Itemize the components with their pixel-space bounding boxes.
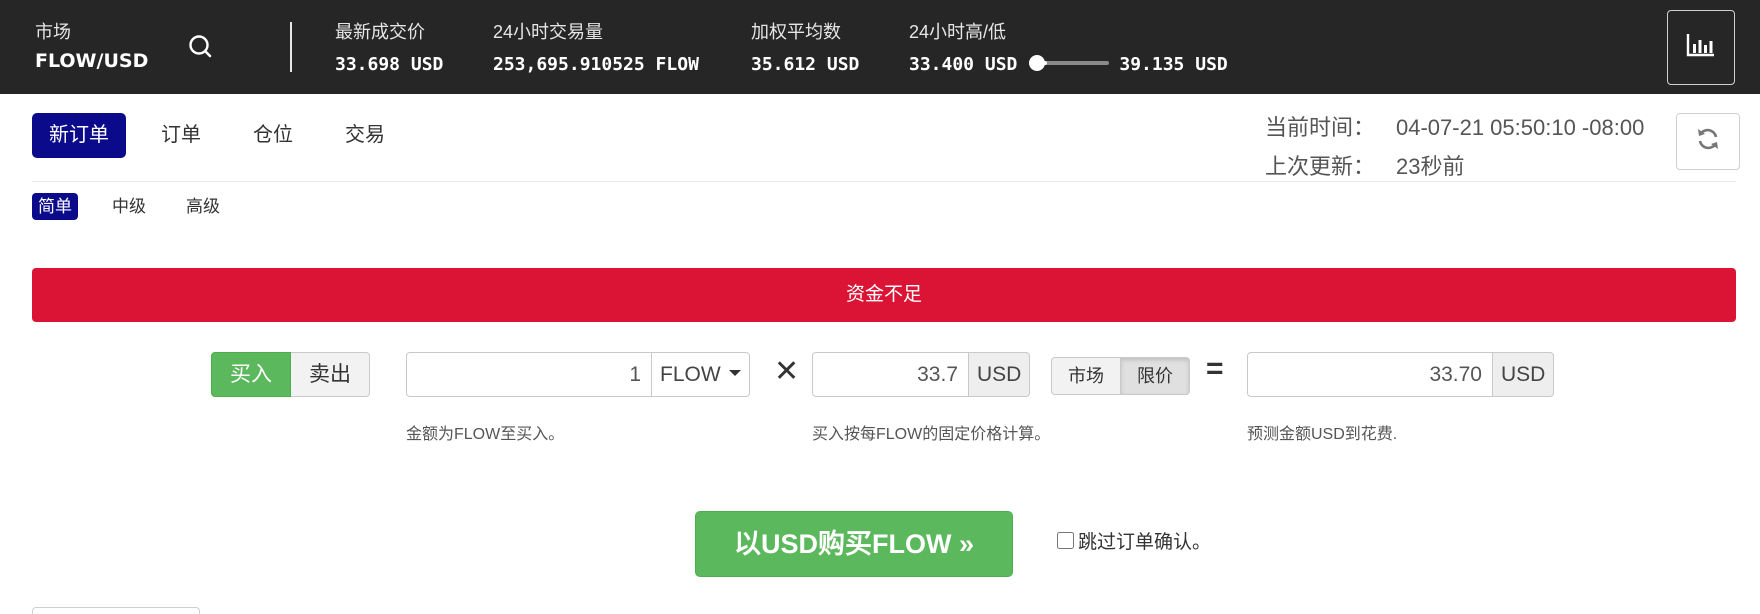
order-type-toggle: 市场 限价 [1051,357,1190,402]
last-price-label: 最新成交价 [335,22,425,42]
refresh-button[interactable] [1676,113,1740,170]
limit-type-option[interactable]: 限价 [1121,357,1190,395]
last-update-value: 23秒前 [1396,154,1465,179]
bar-chart-icon [1686,32,1716,63]
high-low-stat: 24小时高/低 33.400 USD 39.135 USD [909,18,1228,75]
skip-confirmation-checkbox[interactable] [1057,532,1074,549]
amount-help-text: 金额为FLOW至买入。 [406,426,565,443]
order-tabs: 新订单 订单 仓位 交易 [32,113,420,158]
header-divider [290,22,292,72]
amount-unit: FLOW [660,363,721,386]
tab-orders[interactable]: 订单 [144,113,218,158]
range-knob [1029,55,1046,71]
total-group: USD [1247,352,1555,397]
total-input[interactable] [1247,352,1493,397]
market-selector[interactable]: 市场 FLOW/USD [35,18,148,72]
chart-button[interactable] [1667,10,1735,85]
price-help-text: 买入按每FLOW的固定价格计算。 [812,426,1051,443]
price-unit: USD [969,352,1031,397]
last-price-value: 33.698 USD [335,54,444,75]
multiply-icon: ✕ [774,355,800,388]
mode-intermediate[interactable]: 中级 [106,193,152,220]
amount-group: FLOW [406,352,750,397]
market-pair[interactable]: FLOW/USD [35,50,148,72]
market-label: 市场 [35,22,71,42]
amount-input[interactable] [406,352,652,397]
current-time-value: 04-07-21 05:50:10 -08:00 [1396,115,1645,140]
mode-advanced[interactable]: 高级 [180,193,226,220]
lower-panel [32,607,200,614]
refresh-icon [1695,126,1721,157]
chevron-down-icon [728,370,741,377]
divider [32,181,1736,182]
high-low-label: 24小时高/低 [909,22,1007,42]
market-type-option[interactable]: 市场 [1051,357,1121,395]
skip-confirmation[interactable]: 跳过订单确认。 [1057,527,1211,554]
volume-label: 24小时交易量 [493,22,604,42]
mode-simple[interactable]: 简单 [32,193,78,220]
insufficient-funds-alert: 资金不足 [32,268,1736,322]
search-icon[interactable] [184,30,218,64]
market-header: 市场 FLOW/USD 最新成交价 33.698 USD 24小时交易量 253… [0,0,1760,94]
skip-confirmation-label: 跳过订单确认。 [1078,532,1212,553]
equals-icon: = [1206,352,1224,385]
vwap-value: 35.612 USD [751,54,860,75]
price-range-indicator [1025,55,1110,71]
tab-positions[interactable]: 仓位 [236,113,310,158]
high-value: 39.135 USD [1119,54,1228,75]
tab-trades[interactable]: 交易 [328,113,402,158]
sell-option[interactable]: 卖出 [291,352,370,397]
last-price-stat: 最新成交价 33.698 USD [335,18,443,75]
volume-value: 253,695.910525 FLOW [493,54,699,75]
price-input[interactable] [812,352,969,397]
volume-stat: 24小时交易量 253,695.910525 FLOW [493,18,699,75]
side-toggle: 买入 卖出 [211,352,370,397]
vwap-stat: 加权平均数 35.612 USD [751,18,859,75]
amount-currency-dropdown[interactable]: FLOW [652,352,750,397]
time-info: 当前时间： 04-07-21 05:50:10 -08:00 上次更新： 23秒前 [1265,108,1644,186]
vwap-label: 加权平均数 [751,22,841,42]
order-mode-tabs: 简单 中级 高级 [32,193,254,220]
total-help-text: 预测金额USD到花费. [1247,426,1398,443]
tab-new-order[interactable]: 新订单 [32,113,126,158]
current-time-label: 当前时间： [1265,115,1376,140]
price-group: USD [812,352,1031,397]
buy-submit-button[interactable]: 以USD购买FLOW » [695,511,1013,577]
buy-option[interactable]: 买入 [211,352,291,397]
total-unit: USD [1493,352,1555,397]
low-value: 33.400 USD [909,54,1018,75]
high-low-values: 33.400 USD 39.135 USD [909,54,1228,75]
